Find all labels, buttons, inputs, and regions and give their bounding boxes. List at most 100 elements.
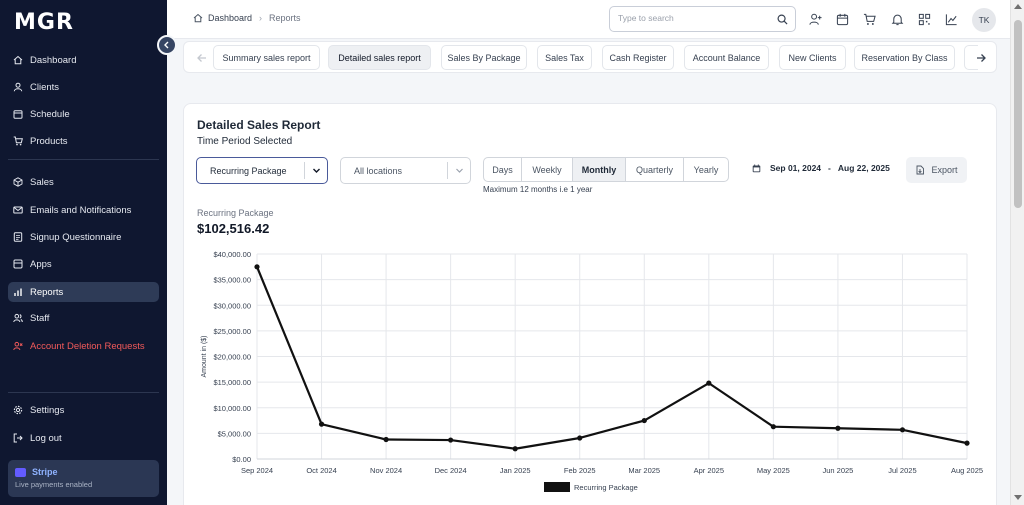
export-button[interactable]: Export [906, 157, 967, 183]
legend-label: Recurring Package [574, 483, 638, 492]
tab-detailed-sales-report[interactable]: Detailed sales report [328, 45, 431, 70]
home-icon [193, 13, 203, 23]
package-select-toggle[interactable] [304, 162, 327, 179]
date-separator: - [828, 163, 831, 173]
tab-reservation-by-class[interactable]: Reservation By Class [854, 45, 955, 70]
sidebar-item-staff[interactable]: Staff [8, 308, 159, 328]
tab-summary-sales-report[interactable]: Summary sales report [213, 45, 320, 70]
data-point [899, 427, 906, 433]
sidebar-item-label: Staff [30, 312, 50, 324]
tab-new-clients[interactable]: New Clients [779, 45, 846, 70]
data-point [577, 435, 583, 441]
sidebar-item-log-out[interactable]: Log out [8, 428, 159, 448]
tab-cash-register[interactable]: Cash Register [602, 45, 674, 70]
sidebar-item-settings[interactable]: Settings [8, 400, 159, 420]
analytics-icon[interactable] [945, 13, 958, 26]
tab-account-balance[interactable]: Account Balance [684, 45, 769, 70]
sidebar-item-sales[interactable]: Sales [8, 172, 159, 192]
sidebar-item-schedule[interactable]: Schedule [8, 104, 159, 124]
sidebar-item-apps[interactable]: Apps [8, 254, 159, 274]
sidebar: MGR Dashboard Clients Schedule Products Sale… [0, 0, 167, 505]
period-quarterly[interactable]: Quarterly [626, 158, 684, 181]
sidebar-item-reports[interactable]: Reports [8, 282, 159, 302]
sidebar-item-label: Sales [30, 176, 54, 188]
avatar[interactable]: TK [972, 8, 996, 32]
stripe-status-card[interactable]: Stripe Live payments enabled [8, 460, 159, 497]
report-title: Detailed Sales Report [197, 118, 321, 132]
sidebar-item-clients[interactable]: Clients [8, 77, 159, 97]
data-point [964, 440, 970, 446]
sidebar-item-emails-and-notifications[interactable]: Emails and Notifications [8, 200, 159, 220]
period-monthly[interactable]: Monthly [573, 158, 626, 181]
sidebar-item-dashboard[interactable]: Dashboard [8, 50, 159, 70]
export-icon [917, 165, 925, 175]
scroll-down-arrow[interactable] [1014, 495, 1022, 500]
package-select[interactable]: Recurring Package [196, 157, 328, 184]
bell-icon[interactable] [891, 13, 904, 26]
metric-label: Recurring Package [197, 208, 274, 218]
qr-code-icon[interactable] [918, 13, 931, 26]
add-user-icon[interactable] [809, 13, 822, 26]
period-days[interactable]: Days [484, 158, 522, 181]
search-input[interactable] [618, 13, 768, 23]
y-tick-label: $25,000.00 [213, 327, 251, 336]
location-select-value: All locations [354, 165, 403, 176]
sidebar-item-label: Clients [30, 81, 60, 93]
calendar-icon [752, 163, 761, 172]
tabs-scroll-left-button[interactable] [189, 45, 214, 70]
data-point [641, 417, 647, 424]
sidebar-item-products[interactable]: Products [8, 131, 159, 151]
search-box[interactable] [609, 6, 796, 32]
y-tick-label: $30,000.00 [213, 301, 251, 310]
data-point [254, 264, 260, 270]
tab-sales-tax[interactable]: Sales Tax [537, 45, 592, 70]
calendar-icon[interactable] [836, 13, 849, 26]
breadcrumb: Dashboard › Reports [193, 13, 301, 23]
stripe-logo-icon [15, 467, 26, 477]
sidebar-collapse-button[interactable] [157, 35, 177, 55]
x-tick-label: Aug 2025 [951, 466, 983, 475]
page-scrollbar[interactable] [1010, 0, 1024, 505]
y-tick-label: $0.00 [232, 455, 251, 464]
data-point [706, 380, 712, 386]
user-x-icon [13, 341, 23, 351]
sidebar-item-label: Reports [30, 286, 64, 298]
home-icon [13, 55, 23, 65]
data-point [448, 437, 454, 443]
location-select[interactable]: All locations [340, 157, 471, 184]
data-point [512, 446, 518, 452]
calendar-icon [13, 110, 23, 119]
scrollbar-thumb[interactable] [1014, 20, 1022, 208]
y-tick-label: $15,000.00 [213, 378, 251, 387]
period-weekly[interactable]: Weekly [522, 158, 573, 181]
report-tabs: Summary sales report Detailed sales repor… [183, 41, 997, 73]
logout-icon [13, 433, 23, 443]
scroll-up-arrow[interactable] [1014, 4, 1022, 9]
sidebar-item-label: Schedule [30, 108, 70, 120]
period-yearly[interactable]: Yearly [684, 158, 728, 181]
stripe-title: Stripe [32, 467, 58, 477]
box-icon [13, 177, 23, 187]
chevron-down-icon [455, 168, 463, 173]
sidebar-item-label: Settings [30, 404, 65, 416]
date-range-picker[interactable]: Sep 01, 2024 - Aug 22, 2025 [752, 163, 890, 173]
x-tick-label: Jul 2025 [888, 466, 916, 475]
sidebar-item-label: Account Deletion Requests [30, 340, 145, 352]
sidebar-item-label: Emails and Notifications [30, 204, 132, 216]
period-note: Maximum 12 months i.e 1 year [483, 185, 593, 194]
apps-icon [13, 259, 23, 269]
sidebar-item-account-deletion-requests[interactable]: Account Deletion Requests [8, 336, 159, 356]
location-select-toggle[interactable] [447, 162, 470, 179]
data-point [835, 425, 841, 431]
package-select-value: Recurring Package [210, 165, 287, 176]
metric-value: $102,516.42 [197, 221, 270, 236]
x-tick-label: Jun 2025 [822, 466, 853, 475]
search-icon[interactable] [777, 14, 788, 25]
tabs-scroll-right-button[interactable] [968, 45, 993, 70]
y-tick-label: $35,000.00 [213, 276, 251, 285]
breadcrumb-home[interactable]: Dashboard [208, 13, 252, 23]
sidebar-item-signup-questionnaire[interactable]: Signup Questionnaire [8, 227, 159, 247]
cart-icon[interactable] [863, 13, 876, 26]
report-card: Detailed Sales Report Time Period Select… [183, 103, 997, 505]
tab-sales-by-package[interactable]: Sales By Package [441, 45, 527, 70]
